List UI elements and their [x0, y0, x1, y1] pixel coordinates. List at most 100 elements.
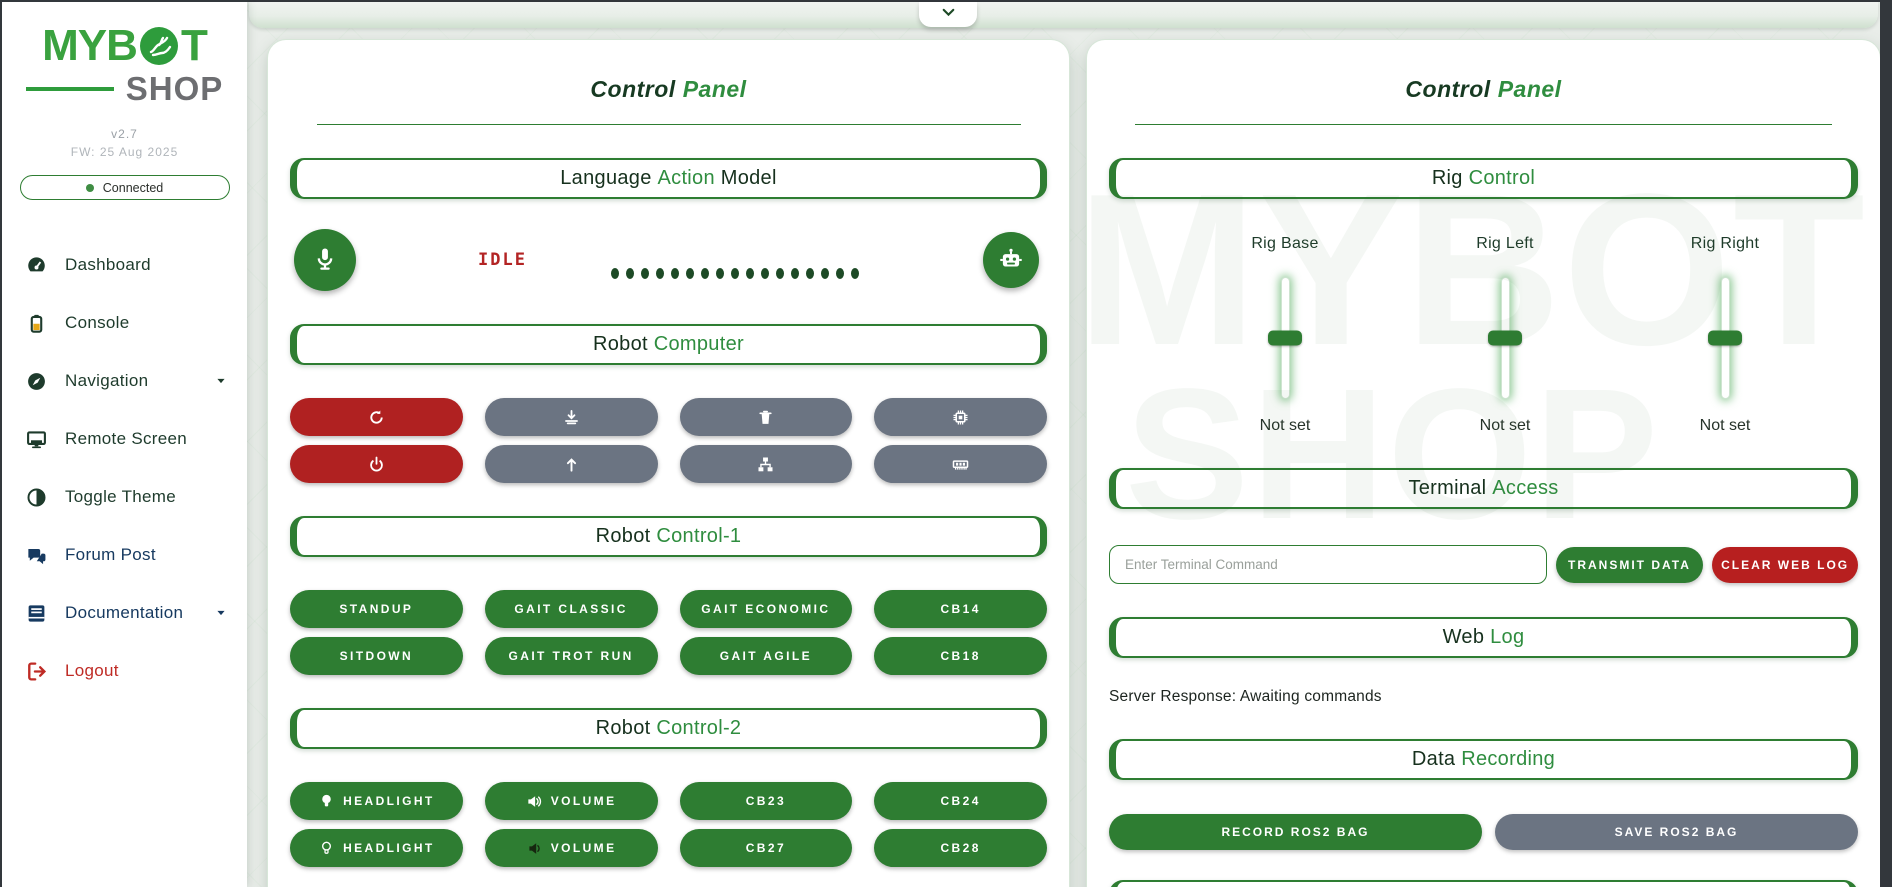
volume-button[interactable]: VOLUME	[485, 782, 658, 820]
recording-buttons-row: RECORD ROS2 BAG SAVE ROS2 BAG	[1109, 814, 1858, 850]
memory-icon	[952, 456, 969, 473]
status-dot-icon	[611, 268, 619, 279]
monitor-icon	[26, 429, 47, 450]
button-label: CB24	[940, 794, 980, 808]
button-label: HEADLIGHT	[343, 841, 435, 855]
section-header-rig-control: Rig Control	[1109, 158, 1858, 199]
sync-button[interactable]	[290, 398, 463, 436]
slider-label: Rig Right	[1691, 235, 1760, 253]
volume-button-2[interactable]: VOLUME	[485, 829, 658, 867]
slider-handle[interactable]	[1268, 331, 1302, 346]
sitdown-button[interactable]: SITDOWN	[290, 637, 463, 675]
page-scrollbar[interactable]	[1880, 2, 1892, 887]
status-dot-icon	[641, 268, 649, 279]
section-header-terminal-access: Terminal Access	[1109, 468, 1858, 509]
button-label: CB27	[746, 841, 786, 855]
firmware-version: FW: 25 Aug 2025	[2, 145, 247, 159]
connection-status-dot-icon	[86, 184, 94, 192]
cb14-button[interactable]: CB14	[874, 590, 1047, 628]
brand-logo: MYB T SHOP	[2, 24, 247, 105]
headlight-button-2[interactable]: HEADLIGHT	[290, 829, 463, 867]
sidebar-item-label: Forum Post	[65, 545, 156, 565]
terminal-command-input[interactable]	[1109, 545, 1547, 584]
cb28-button-2[interactable]: CB28	[874, 829, 1047, 867]
robot-control-2-grid: HEADLIGHT VOLUME CB23 CB24 HEADLIGHT VOLUME CB…	[290, 782, 1047, 867]
status-dot-icon	[731, 268, 739, 279]
robot-icon	[998, 246, 1024, 275]
memory-button[interactable]	[874, 445, 1047, 483]
cb18-button[interactable]: CB18	[874, 637, 1047, 675]
network-button[interactable]	[680, 445, 853, 483]
gait-agile-button[interactable]: GAIT AGILE	[680, 637, 853, 675]
save-ros2-bag-button[interactable]: SAVE ROS2 BAG	[1495, 814, 1858, 850]
status-dot-icon	[716, 268, 724, 279]
cb24-button[interactable]: CB24	[874, 782, 1047, 820]
button-label: CB23	[746, 794, 786, 808]
sync-icon	[368, 409, 385, 426]
compass-icon	[26, 371, 47, 392]
section-header-robot-control-2: Robot Control-2	[290, 708, 1047, 749]
section-header-robot-control-1: Robot Control-1	[290, 516, 1047, 557]
collapse-chevron-button[interactable]	[919, 2, 977, 27]
status-dot-icon	[761, 268, 769, 279]
sidebar-item-logout[interactable]: Logout	[2, 642, 247, 700]
rig-slider-rig-base: Rig Base Not set	[1175, 235, 1395, 435]
chip-button[interactable]	[874, 398, 1047, 436]
arrow-up-button[interactable]	[485, 445, 658, 483]
transmit-data-button[interactable]: TRANSMIT DATA	[1556, 547, 1704, 583]
left-control-panel: ControlPanel Language Action Model IDLE	[268, 40, 1069, 887]
headlight-button[interactable]: HEADLIGHT	[290, 782, 463, 820]
main-content: ControlPanel Language Action Model IDLE	[247, 2, 1880, 887]
button-label: VOLUME	[551, 794, 617, 808]
slider-handle[interactable]	[1488, 331, 1522, 346]
gait-trot-run-button[interactable]: GAIT TROT RUN	[485, 637, 658, 675]
sidebar-item-documentation[interactable]: Documentation	[2, 584, 247, 642]
sidebar-item-dashboard[interactable]: Dashboard	[2, 236, 247, 294]
section-header-robot-computer: Robot Computer	[290, 324, 1047, 365]
status-dot-icon	[791, 268, 799, 279]
rig-slider-rig-left: Rig LeftNot set	[1395, 235, 1615, 435]
bulb-outline-icon	[318, 840, 335, 857]
download-button[interactable]	[485, 398, 658, 436]
robot-camera-button[interactable]	[983, 232, 1039, 288]
gait-classic-button[interactable]: GAIT CLASSIC	[485, 590, 658, 628]
trash-icon	[757, 409, 774, 426]
status-dot-icon	[851, 268, 859, 279]
microphone-button[interactable]	[294, 229, 356, 291]
cb23-button[interactable]: CB23	[680, 782, 853, 820]
sidebar-item-forum-post[interactable]: Forum Post	[2, 526, 247, 584]
section-header-data-recording: Data Recording	[1109, 739, 1858, 780]
collapsed-panel-bar	[249, 2, 1878, 28]
slider-value: Not set	[1260, 417, 1311, 435]
title-divider	[317, 124, 1021, 125]
slider-track[interactable]	[1721, 277, 1730, 399]
robot-computer-grid	[290, 398, 1047, 483]
slider-handle[interactable]	[1708, 331, 1742, 346]
power-button[interactable]	[290, 445, 463, 483]
status-badge: IDLE	[478, 250, 527, 270]
sidebar-item-toggle-theme[interactable]: Toggle Theme	[2, 468, 247, 526]
volume-up-icon	[526, 793, 543, 810]
sidebar-item-navigation[interactable]: Navigation	[2, 352, 247, 410]
slider-value: Not set	[1700, 417, 1751, 435]
server-response-text: Server Response: Awaiting commands	[1109, 688, 1858, 706]
sidebar-item-label: Navigation	[65, 371, 148, 391]
sidebar-item-console[interactable]: Console	[2, 294, 247, 352]
sidebar-item-label: Dashboard	[65, 255, 151, 275]
slider-track[interactable]	[1501, 277, 1510, 399]
standup-button[interactable]: STANDUP	[290, 590, 463, 628]
brand-logo-wordmark: MYB T	[2, 24, 247, 68]
slider-label: Rig Base	[1251, 235, 1318, 253]
battery-icon	[26, 313, 47, 334]
record-ros2-bag-button[interactable]: RECORD ROS2 BAG	[1109, 814, 1482, 850]
gait-economic-button[interactable]: GAIT ECONOMIC	[680, 590, 853, 628]
sidebar: MYB T SHOP v2.7 FW: 25 Aug 2025 Connecte…	[2, 2, 247, 887]
clear-web-log-button[interactable]: CLEAR WEB LOG	[1712, 547, 1858, 583]
language-action-row: IDLE	[290, 229, 1047, 291]
trash-button[interactable]	[680, 398, 853, 436]
slider-track[interactable]	[1281, 277, 1290, 399]
button-label: VOLUME	[551, 841, 617, 855]
sidebar-item-remote-screen[interactable]: Remote Screen	[2, 410, 247, 468]
title-divider	[1135, 124, 1832, 125]
cb27-button-2[interactable]: CB27	[680, 829, 853, 867]
